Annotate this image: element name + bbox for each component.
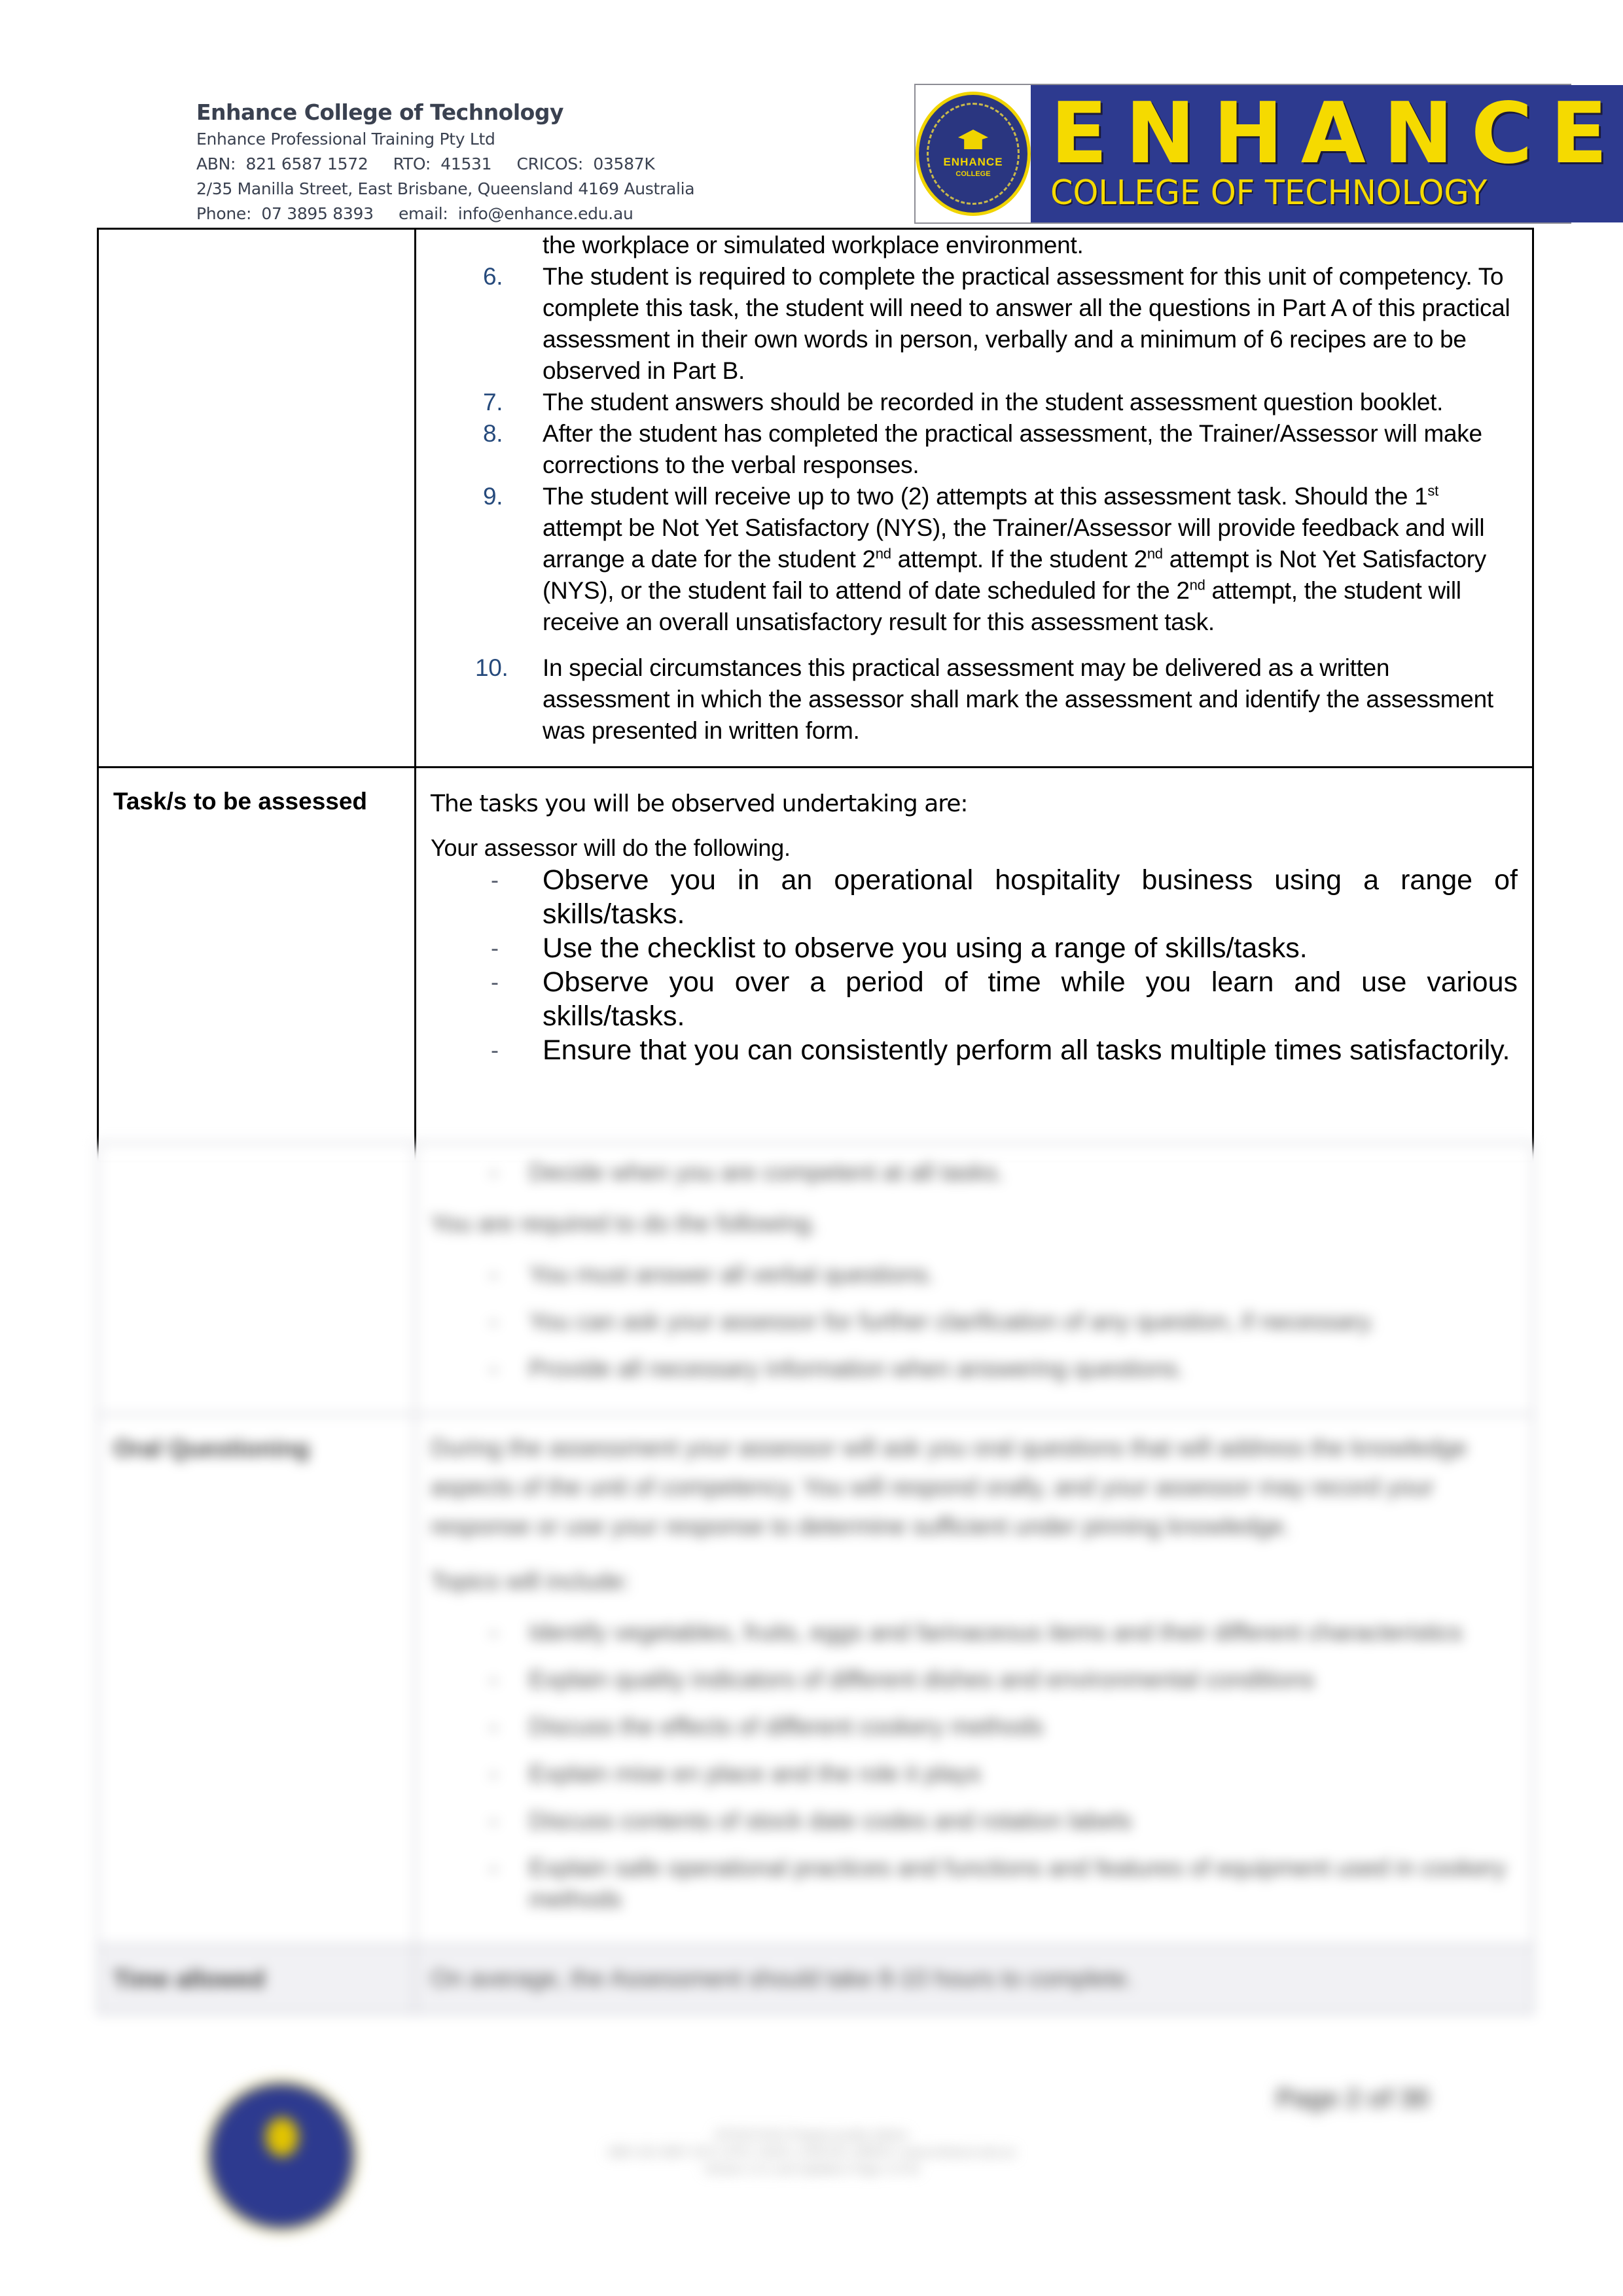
topic-item: Explain quality indicators of different … — [431, 1664, 1518, 1695]
topics-heading: Topics will include: — [431, 1568, 630, 1595]
seal-container: ENHANCE COLLEGE — [916, 85, 1031, 222]
assessor-heading: Your assessor will do the following. — [431, 834, 791, 861]
logo-wordmark: ENHANCE COLLEGE OF TECHNOLOGY — [1031, 85, 1623, 222]
assessor-item: - Ensure that you can consistently perfor… — [491, 1034, 1510, 1066]
instruction-item: 9. The student will receive up to two (2)… — [431, 481, 1518, 638]
seal-subtext: COLLEGE — [955, 170, 991, 178]
address-line: 2/35 Manilla Street, East Brisbane, Quee… — [196, 179, 695, 198]
assessor-list-continued: Decide when you are competent at all tas… — [431, 1157, 1518, 1188]
tasks-intro: The tasks you will be observed undertaki… — [431, 790, 969, 817]
seal-text: ENHANCE — [943, 156, 1003, 168]
assessment-table: the workplace or simulated workplace env… — [97, 228, 1534, 1163]
item-number: 6. — [483, 263, 503, 290]
dash-bullet-icon: - — [491, 866, 499, 893]
student-heading: You are required to do the following. — [431, 1210, 818, 1237]
student-item: Provide all necessary information when a… — [431, 1353, 1518, 1385]
instructions-row: the workplace or simulated workplace env… — [97, 228, 1534, 768]
tasks-row-continued: Decide when you are competent at all tas… — [97, 1142, 1534, 1415]
dash-bullet-icon: - — [491, 934, 499, 961]
oral-questioning-row: Oral Questioning During the assessment y… — [97, 1413, 1534, 1946]
assessment-table-continued: Decide when you are competent at all tas… — [97, 1142, 1534, 2015]
item-number: 10. — [475, 654, 508, 681]
tasks-label: Task/s to be assessed — [97, 766, 416, 1163]
instruction-item: 6. The student is required to complete th… — [431, 261, 1518, 387]
time-allowed-label: Time allowed — [97, 1944, 416, 2015]
instruction-list: the workplace or simulated workplace env… — [431, 230, 1518, 747]
assessor-item: - Observe you in an operational hospitali… — [491, 864, 1518, 930]
assessor-item: - Use the checklist to observe you using … — [491, 932, 1308, 964]
instructions-content-cell: the workplace or simulated workplace env… — [414, 228, 1534, 768]
dash-bullet-icon: - — [491, 1036, 499, 1063]
topic-item: Discuss the effects of different cookery… — [431, 1711, 1518, 1742]
item-number: 7. — [483, 389, 503, 415]
registration-line: ABN: 821 6587 1572 RTO: 41531 CRICOS: 03… — [196, 154, 655, 173]
logo-small-text: COLLEGE OF TECHNOLOGY — [1050, 173, 1488, 213]
assessor-item: - Observe you over a period of time while… — [491, 966, 1518, 1032]
contact-line: Phone: 07 3895 8393 email: info@enhance.… — [196, 204, 633, 223]
topic-item: Explain mise en place and the role it pl… — [431, 1758, 1518, 1790]
instruction-continued: the workplace or simulated workplace env… — [543, 232, 1084, 258]
letterhead: Enhance College of Technology Enhance Pr… — [196, 98, 695, 226]
company-name: Enhance Professional Training Pty Ltd — [196, 130, 495, 149]
oral-paragraph: During the assessment your assessor will… — [431, 1434, 1467, 1540]
assessor-item: Decide when you are competent at all tas… — [431, 1157, 1518, 1188]
topic-item: Explain safe operational practices and f… — [431, 1852, 1518, 1915]
student-item: You must answer all verbal questions. — [431, 1259, 1518, 1290]
topic-item: Discuss contents of stock date codes and… — [431, 1805, 1518, 1837]
college-logo: ENHANCE COLLEGE ENHANCE COLLEGE OF TECHN… — [914, 84, 1623, 224]
time-allowed-value: On average, the Assessment should take 8… — [414, 1944, 1534, 2015]
time-allowed-row: Time allowed On average, the Assessment … — [97, 1944, 1534, 2015]
footer-info: SITHCCC012 Prepare poultry dishes ABN: 8… — [607, 2128, 1016, 2176]
student-item: You can ask your assessor for further cl… — [431, 1306, 1518, 1337]
tasks-content-continued: Decide when you are competent at all tas… — [414, 1142, 1534, 1415]
topic-item: Identify vegetables, fruits, eggs and fa… — [431, 1617, 1518, 1648]
graduation-cap-icon — [958, 130, 988, 149]
footer-seal-icon — [206, 2081, 357, 2231]
assessor-list: - Observe you in an operational hospitali… — [431, 863, 1518, 1067]
item-number: 8. — [483, 420, 503, 447]
item-number: 9. — [483, 483, 503, 510]
logo-big-text: ENHANCE — [1050, 85, 1623, 183]
student-list: You must answer all verbal questions. Yo… — [431, 1259, 1518, 1385]
page-footer: SITHCCC012 Prepare poultry dishes ABN: 8… — [0, 2055, 1623, 2251]
dash-bullet-icon: - — [491, 968, 499, 995]
instruction-item: 8. After the student has completed the pr… — [431, 418, 1518, 481]
instruction-item: 7. The student answers should be recorded… — [431, 387, 1518, 418]
instructions-label-cell — [97, 228, 416, 768]
oral-questioning-label: Oral Questioning — [97, 1413, 416, 1946]
page-number: Page 2 of 30 — [1276, 2084, 1429, 2113]
oral-questioning-content: During the assessment your assessor will… — [414, 1413, 1534, 1946]
tasks-row: Task/s to be assessed The tasks you will… — [97, 766, 1534, 1163]
topics-list: Identify vegetables, fruits, eggs and fa… — [431, 1617, 1518, 1915]
tasks-content-cell: The tasks you will be observed undertaki… — [414, 766, 1534, 1163]
instruction-item: 10. In special circumstances this practic… — [431, 652, 1518, 747]
seal-icon: ENHANCE COLLEGE — [916, 92, 1031, 216]
tasks-label-continued — [97, 1142, 416, 1415]
college-name: Enhance College of Technology — [196, 99, 563, 125]
